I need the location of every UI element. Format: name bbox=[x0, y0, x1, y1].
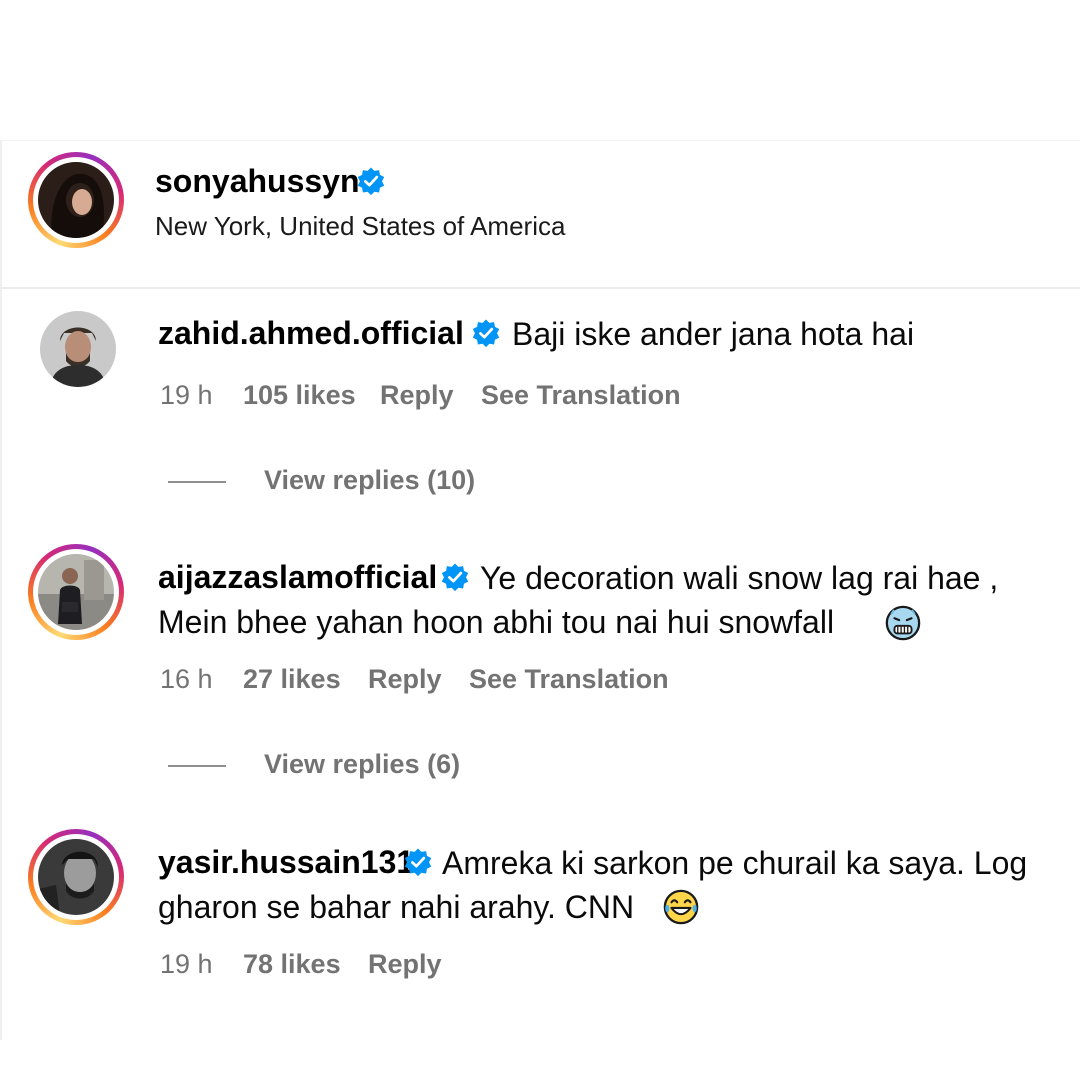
verified-badge-icon bbox=[357, 167, 385, 196]
comment-text: gharon se bahar nahi arahy. CNN bbox=[158, 889, 635, 925]
reply-button[interactable]: Reply bbox=[368, 949, 442, 980]
verified-badge-icon bbox=[441, 563, 469, 592]
comment-avatar[interactable] bbox=[28, 544, 124, 640]
comment-likes[interactable]: 78 likes bbox=[243, 949, 341, 980]
post-author-username[interactable]: sonyahussyn bbox=[155, 163, 360, 200]
verified-badge-icon bbox=[472, 319, 500, 348]
comment-likes[interactable]: 105 likes bbox=[243, 380, 356, 411]
comment-username[interactable]: zahid.ahmed.official bbox=[158, 315, 464, 352]
tears-of-joy-emoji-icon bbox=[663, 889, 699, 925]
post-location[interactable]: New York, United States of America bbox=[155, 211, 565, 242]
replies-divider bbox=[168, 481, 226, 483]
reply-button[interactable]: Reply bbox=[368, 664, 442, 695]
comment-avatar[interactable] bbox=[28, 829, 124, 925]
comment-avatar[interactable] bbox=[40, 311, 116, 387]
comment-text: Amreka ki sarkon pe churail ka saya. Log bbox=[442, 845, 1028, 881]
comment-text: Baji iske ander jana hota hai bbox=[512, 316, 915, 352]
comment-time: 16 h bbox=[160, 664, 213, 694]
reply-button[interactable]: Reply bbox=[380, 380, 454, 411]
post-author-avatar[interactable] bbox=[28, 152, 124, 248]
comment-text: Ye decoration wali snow lag rai hae , bbox=[480, 560, 999, 596]
replies-divider bbox=[168, 765, 226, 767]
comment-time: 19 h bbox=[160, 949, 213, 979]
comment-likes[interactable]: 27 likes bbox=[243, 664, 341, 695]
see-translation-button[interactable]: See Translation bbox=[481, 380, 681, 411]
cold-face-emoji-icon bbox=[885, 605, 921, 641]
comment-username[interactable]: aijazzaslamofficial bbox=[158, 559, 437, 596]
comment-username[interactable]: yasir.hussain131 bbox=[158, 844, 414, 881]
comment-time: 19 h bbox=[160, 380, 213, 410]
view-replies-button[interactable]: View replies (6) bbox=[264, 749, 460, 780]
comment-text: Mein bhee yahan hoon abhi tou nai hui sn… bbox=[158, 604, 835, 640]
view-replies-button[interactable]: View replies (10) bbox=[264, 465, 475, 496]
see-translation-button[interactable]: See Translation bbox=[469, 664, 669, 695]
verified-badge-icon bbox=[404, 848, 432, 877]
